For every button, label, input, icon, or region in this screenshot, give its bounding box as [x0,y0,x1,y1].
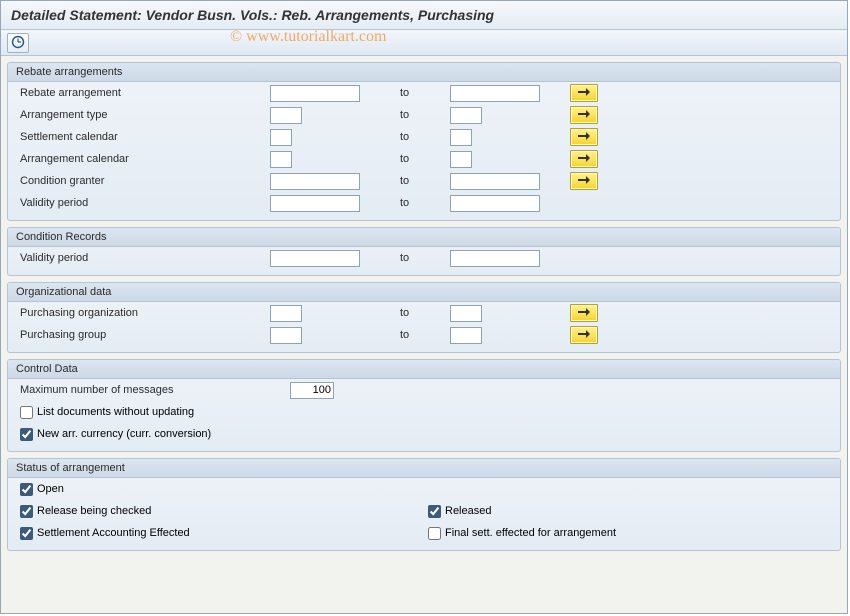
validity-period-rebate-from-input[interactable] [270,195,360,212]
to-label: to [380,307,450,319]
arrow-right-icon [577,153,591,163]
arrangement-calendar-from-input[interactable] [270,151,292,168]
group-organizational-data: Organizational data Purchasing organizat… [7,282,841,353]
label-condition-granter: Condition granter [20,175,270,187]
purch-group-from-input[interactable] [270,327,302,344]
execute-icon [11,35,25,49]
validity-period-cond-from-input[interactable] [270,250,360,267]
checkbox-settlement-effected[interactable]: Settlement Accounting Effected [20,527,190,540]
released-checkbox-input[interactable] [428,505,441,518]
to-label: to [380,252,450,264]
arrow-right-icon [577,87,591,97]
settlement-calendar-to-input[interactable] [450,129,472,146]
arrow-right-icon [577,307,591,317]
to-label: to [380,175,450,187]
checkbox-release-checked[interactable]: Release being checked [20,505,151,518]
to-label: to [380,329,450,341]
purch-group-to-input[interactable] [450,327,482,344]
label-new-arr-currency: New arr. currency (curr. conversion) [37,428,211,440]
label-arrangement-type: Arrangement type [20,109,270,121]
arrow-right-icon [577,175,591,185]
settlement-effected-checkbox-input[interactable] [20,527,33,540]
label-release-checked: Release being checked [37,505,151,517]
label-purchasing-group: Purchasing group [20,329,270,341]
settlement-calendar-multiselect-button[interactable] [570,128,598,146]
arrangement-type-to-input[interactable] [450,107,482,124]
label-released: Released [445,505,491,517]
to-label: to [380,131,450,143]
purch-org-to-input[interactable] [450,305,482,322]
validity-period-rebate-to-input[interactable] [450,195,540,212]
label-purchasing-organization: Purchasing organization [20,307,270,319]
rebate-arrangement-from-input[interactable] [270,85,360,102]
arrangement-calendar-multiselect-button[interactable] [570,150,598,168]
group-title-control: Control Data [8,360,840,379]
label-max-messages: Maximum number of messages [20,384,290,396]
label-settlement-effected: Settlement Accounting Effected [37,527,190,539]
label-arrangement-calendar: Arrangement calendar [20,153,270,165]
to-label: to [380,197,450,209]
label-settlement-calendar: Settlement calendar [20,131,270,143]
page-title: Detailed Statement: Vendor Busn. Vols.: … [1,1,847,30]
rebate-arrangement-to-input[interactable] [450,85,540,102]
list-documents-checkbox-input[interactable] [20,406,33,419]
execute-button[interactable] [7,33,29,53]
group-title-condition-records: Condition Records [8,228,840,247]
purch-org-multiselect-button[interactable] [570,304,598,322]
group-control-data: Control Data Maximum number of messages … [7,359,841,452]
new-arr-currency-checkbox-input[interactable] [20,428,33,441]
checkbox-open[interactable]: Open [20,483,64,496]
arrow-right-icon [577,131,591,141]
group-condition-records: Condition Records Validity period to [7,227,841,276]
label-open: Open [37,483,64,495]
to-label: to [380,87,450,99]
arrangement-type-from-input[interactable] [270,107,302,124]
purch-org-from-input[interactable] [270,305,302,322]
condition-granter-to-input[interactable] [450,173,540,190]
arrangement-calendar-to-input[interactable] [450,151,472,168]
condition-granter-from-input[interactable] [270,173,360,190]
open-checkbox-input[interactable] [20,483,33,496]
rebate-arrangement-multiselect-button[interactable] [570,84,598,102]
checkbox-released[interactable]: Released [428,505,491,518]
label-validity-period-rebate: Validity period [20,197,270,209]
group-title-rebate: Rebate arrangements [8,63,840,82]
release-checked-checkbox-input[interactable] [20,505,33,518]
label-rebate-arrangement: Rebate arrangement [20,87,270,99]
checkbox-final-settlement[interactable]: Final sett. effected for arrangement [428,527,616,540]
group-title-org: Organizational data [8,283,840,302]
to-label: to [380,153,450,165]
checkbox-new-arr-currency[interactable]: New arr. currency (curr. conversion) [20,428,211,441]
group-title-status: Status of arrangement [8,459,840,478]
group-rebate-arrangements: Rebate arrangements Rebate arrangement t… [7,62,841,221]
arrow-right-icon [577,109,591,119]
max-messages-input[interactable] [290,382,334,399]
purch-group-multiselect-button[interactable] [570,326,598,344]
checkbox-list-documents[interactable]: List documents without updating [20,406,194,419]
final-settlement-checkbox-input[interactable] [428,527,441,540]
label-list-documents: List documents without updating [37,406,194,418]
arrow-right-icon [577,329,591,339]
group-status-arrangement: Status of arrangement Open Release being… [7,458,841,551]
toolbar [1,30,847,56]
arrangement-type-multiselect-button[interactable] [570,106,598,124]
condition-granter-multiselect-button[interactable] [570,172,598,190]
label-validity-period-cond: Validity period [20,252,270,264]
label-final-settlement: Final sett. effected for arrangement [445,527,616,539]
to-label: to [380,109,450,121]
validity-period-cond-to-input[interactable] [450,250,540,267]
settlement-calendar-from-input[interactable] [270,129,292,146]
